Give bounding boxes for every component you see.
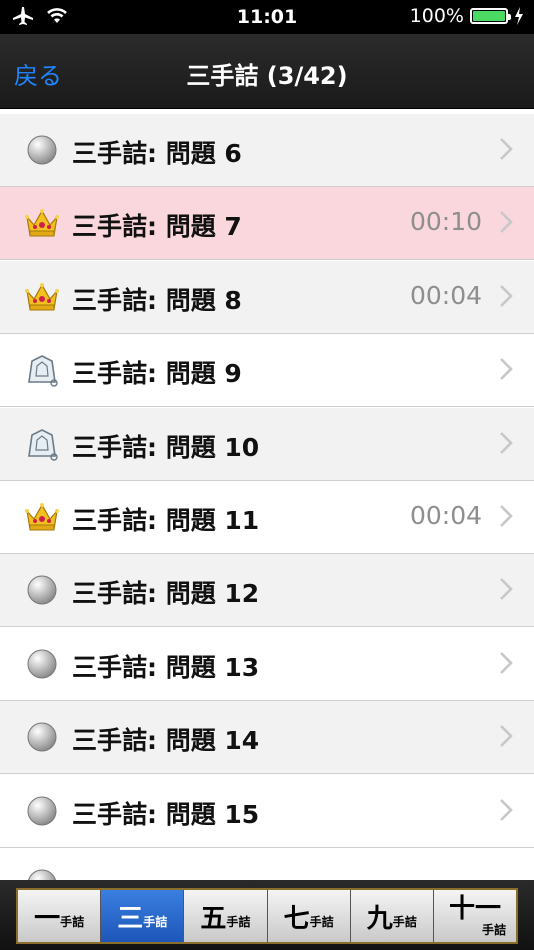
tab-label-main: 五: [200, 903, 227, 934]
unsolved-circle-icon: [24, 719, 60, 755]
crown-icon: [24, 499, 60, 535]
problem-title: 三手詰: 問題 8: [72, 285, 242, 315]
problem-list[interactable]: 三手詰: 問題 6 三手詰: 問題 7 00:10 三手詰: 問題 8 00:0…: [0, 108, 534, 880]
problem-title: 三手詰: 問題 15: [72, 799, 260, 829]
problem-title: 三手詰: 問題 11: [72, 506, 260, 535]
shogi-piece-icon: [24, 352, 60, 388]
unsolved-circle-icon: [24, 646, 60, 682]
page-title: 三手詰 (3/42): [186, 62, 348, 90]
unsolved-circle-icon: [24, 793, 60, 829]
tab-label-sub: 手詰: [60, 914, 85, 929]
problem-title: 三手詰: 問題 7: [72, 212, 242, 242]
tab-2[interactable]: 三 手詰: [101, 890, 185, 942]
list-item[interactable]: 三手詰: 問題 9: [0, 334, 534, 408]
chevron-right-icon: [500, 211, 513, 234]
solve-time: 00:10: [409, 207, 482, 237]
list-item[interactable]: 三手詰: 問題 13: [0, 627, 534, 701]
charging-icon: [515, 7, 523, 25]
problem-title: 三手詰: 問題 9: [72, 359, 242, 389]
tab-label-main: 一: [34, 903, 61, 934]
tab-label-main: 九: [366, 903, 393, 934]
problem-title: 三手詰: 問題 10: [72, 432, 260, 462]
list-item[interactable]: 三手詰: 問題 11 00:04: [0, 481, 534, 554]
tab-label-sub: 手詰: [143, 914, 168, 929]
tab-label-sub: 手詰: [482, 922, 507, 937]
unsolved-circle-icon: [24, 572, 60, 608]
tab-label-main: 三: [117, 903, 144, 934]
battery-icon: [470, 8, 511, 24]
crown-icon: [24, 205, 60, 241]
tab-label-sub: 手詰: [309, 914, 334, 929]
chevron-right-icon: [500, 651, 513, 674]
tab-6[interactable]: 十一 手詰: [433, 890, 517, 942]
chevron-right-icon: [500, 578, 513, 601]
tab-row: 一 手詰三 手詰五 手詰七 手詰九 手詰 十一 手詰: [16, 888, 518, 944]
solve-time: 00:04: [409, 501, 482, 530]
navigation-bar: 戻る 三手詰 (3/42): [0, 34, 534, 109]
problem-title: 三手詰: 問題 13: [72, 652, 260, 682]
list-item[interactable]: 三手詰: 問題 7 00:10: [0, 187, 534, 261]
tab-4[interactable]: 七 手詰: [267, 890, 351, 942]
chevron-right-icon: [500, 798, 513, 821]
list-item[interactable]: 三手詰: 問題 10: [0, 407, 534, 481]
chevron-right-icon: [500, 431, 513, 454]
chevron-right-icon: [500, 358, 513, 381]
crown-icon: [24, 279, 60, 315]
list-item[interactable]: 三手詰: 問題 8 00:04: [0, 260, 534, 334]
chevron-right-icon: [500, 505, 513, 527]
tab-1[interactable]: 一 手詰: [18, 890, 102, 942]
tab-bar: 一 手詰三 手詰五 手詰七 手詰九 手詰 十一 手詰: [0, 880, 534, 950]
problem-title: 三手詰: 問題 12: [72, 579, 260, 609]
tab-3[interactable]: 五 手詰: [184, 890, 268, 942]
tab-5[interactable]: 九 手詰: [350, 890, 434, 942]
status-bar: 11:01 100%: [0, 0, 534, 34]
list-item-partial[interactable]: [0, 848, 534, 880]
list-item[interactable]: 三手詰: 問題 15: [0, 774, 534, 848]
list-item[interactable]: 三手詰: 問題 14: [0, 701, 534, 775]
battery-percent: 100%: [409, 5, 464, 27]
solve-time: 00:04: [409, 280, 482, 310]
unsolved-circle-icon: [24, 132, 60, 168]
chevron-right-icon: [500, 725, 513, 748]
tab-label-main: 十一: [448, 893, 501, 924]
list-item[interactable]: 三手詰: 問題 6: [0, 114, 534, 187]
list-item[interactable]: 三手詰: 問題 12: [0, 554, 534, 628]
tab-label-sub: 手詰: [392, 914, 417, 929]
chevron-right-icon: [500, 138, 513, 160]
shogi-piece-icon: [24, 426, 60, 462]
problem-title: 三手詰: 問題 6: [72, 139, 242, 168]
chevron-right-icon: [500, 284, 513, 307]
tab-label-sub: 手詰: [226, 914, 251, 929]
unsolved-circle-icon: [24, 866, 60, 880]
problem-title: 三手詰: 問題 14: [72, 726, 260, 756]
tab-label-main: 七: [283, 903, 310, 934]
